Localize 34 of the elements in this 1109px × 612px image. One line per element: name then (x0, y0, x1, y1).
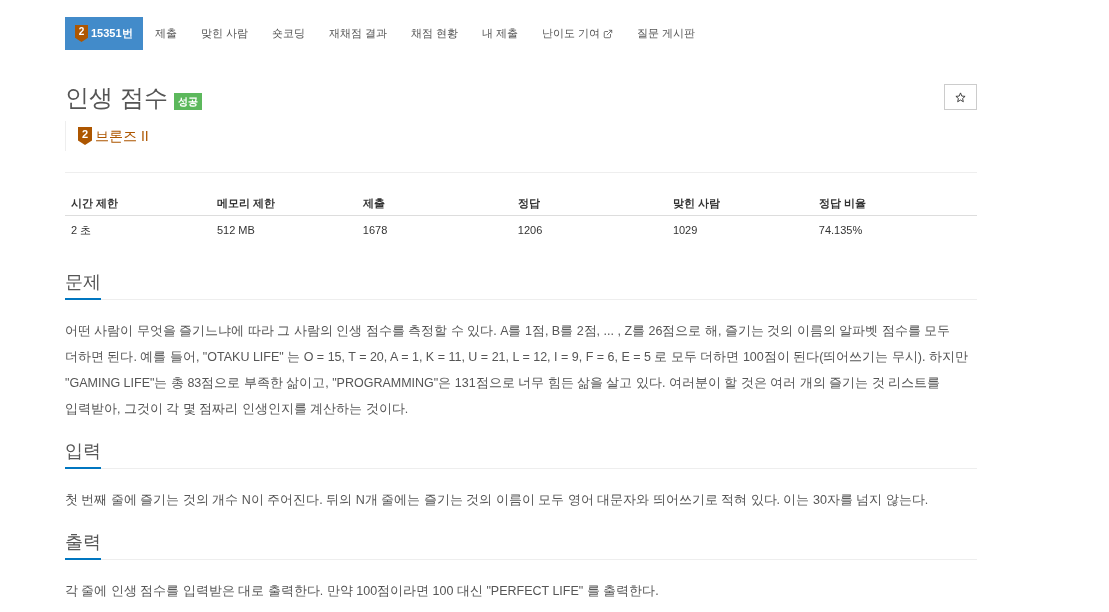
nav-tab[interactable]: 숏코딩 (259, 17, 317, 50)
table-cell: 1029 (666, 215, 813, 245)
star-button[interactable] (944, 84, 977, 110)
section-text: 첫 번째 줄에 즐기는 것의 개수 N이 주어진다. 뒤의 N개 줄에는 즐기는 것의 이름이 모두 영어 대문자와 띄어쓰기로 적혀 있다. 이는 30자를 넘지 않는다. (65, 492, 930, 509)
section-title: 출력 (65, 530, 101, 560)
nav-tab[interactable]: 질문 게시판 (624, 17, 707, 50)
column-header: 메모리 제한 (210, 192, 357, 215)
result-badge: 성공 (173, 93, 202, 110)
section-title: 입력 (65, 439, 101, 469)
table-cell: 74.135% (812, 215, 977, 245)
section-text: 각 줄에 인생 점수를 입력받은 대로 출력한다. 만약 100점이라면 100 대신 "PERFECT LIFE" 를 출력한다. (65, 583, 660, 600)
problem-title: 인생 점수 (65, 83, 168, 113)
tier-badge: 2 (78, 127, 92, 145)
tier-label[interactable]: 브론즈 II (95, 125, 149, 147)
column-header: 정답 (511, 192, 667, 215)
table-cell: 2 초 (65, 215, 211, 245)
column-header: 제출 (356, 192, 512, 215)
column-header: 정답 비율 (812, 192, 977, 215)
nav-tab[interactable]: 맞힌 사람 (188, 17, 260, 50)
nav-tab[interactable]: 제출 (142, 17, 189, 50)
external-link-icon (602, 28, 613, 39)
tier-badge: 2 (75, 25, 88, 42)
column-header: 시간 제한 (65, 192, 211, 215)
nav-tab[interactable]: 2 15351번 (65, 17, 143, 50)
column-header: 맞힌 사람 (666, 192, 813, 215)
nav-tab[interactable]: 채점 현황 (398, 17, 470, 50)
nav-tab[interactable]: 내 제출 (469, 17, 530, 50)
nav-tab[interactable]: 재채점 결과 (316, 17, 399, 50)
table-cell: 1206 (511, 215, 667, 245)
nav-tab[interactable]: 난이도 기여 (529, 17, 625, 50)
section-text: 어떤 사람이 무엇을 즐기느냐에 따라 그 사람의 인생 점수를 측정할 수 있다. A를 1점, B를 2점, ... , Z를 26점으로 해, 즐기는 것의 이름의 알파벳 점수를 모두 더하면 된다. 예를 들어, "OTAKU LIFE" 는 O = 15, T = 20, A = 1, K = 11, U = 21, L = 12, I = 9, F = 6, E = 5 로 모두 더하면 100점이 된다(띄어쓰기는 무시). 하지만 "GAMING LIFE"는 총 83점으로 부족한 삶이고, "PROGRAMMING"은 131점으로 너무 힘든 삶을 살고 있다. 여러분이 할 것은 여러 개의 즐기는 것 리스트를 입력받아, 그것이 각 몇 점짜리 인생인지를 계산하는 것이다. (65, 323, 969, 418)
table-cell: 512 MB (210, 215, 357, 245)
table-cell: 1678 (356, 215, 512, 245)
section-title: 문제 (65, 270, 101, 300)
